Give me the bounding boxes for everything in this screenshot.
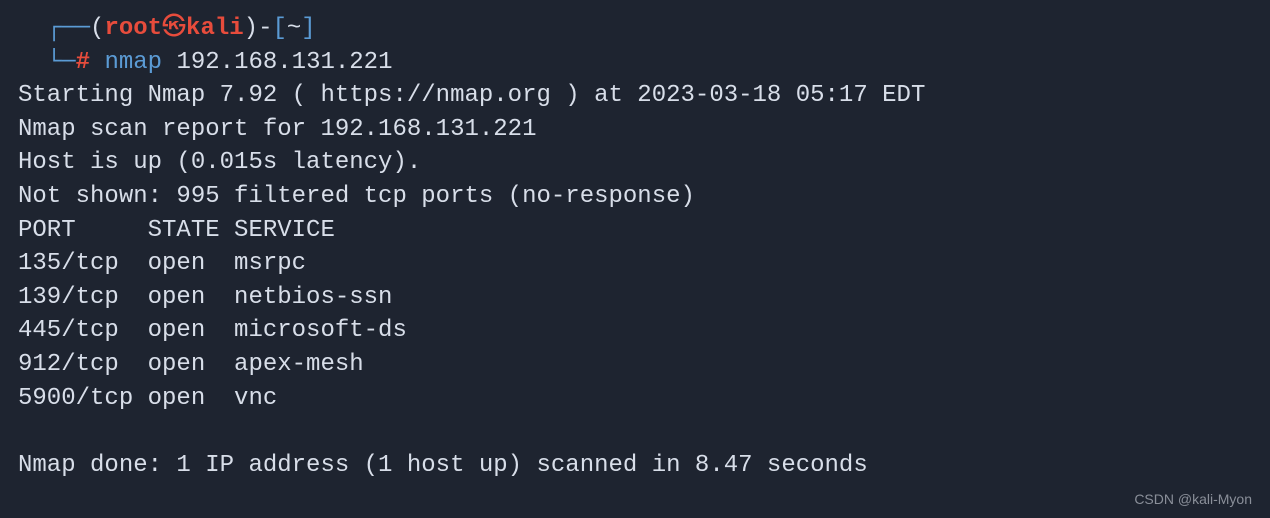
output-port-row: 445/tcp open microsoft-ds [18,314,1252,348]
corner-bottom: └─ [47,49,76,76]
output-done: Nmap done: 1 IP address (1 host up) scan… [18,449,1252,483]
watermark: CSDN @kali-Myon [1134,490,1252,510]
prompt-hash: # [76,49,90,76]
prompt-line-2[interactable]: └─# nmap 192.168.131.221 [18,46,1252,80]
prompt-line-1: ┌──(root㉿kali)-[~] [18,12,1252,46]
skull-icon: ㉿ [162,15,186,42]
command: nmap [104,49,162,76]
output-header: PORT STATE SERVICE [18,214,1252,248]
output-blank [18,415,1252,449]
corner-top: ┌── [47,15,90,42]
output-port-row: 135/tcp open msrpc [18,247,1252,281]
prompt-host: kali [186,15,244,42]
bracket-close: ] [301,15,315,42]
dash: - [258,15,272,42]
paren-open: ( [90,15,104,42]
output-scan-report: Nmap scan report for 192.168.131.221 [18,113,1252,147]
command-args: 192.168.131.221 [176,49,392,76]
output-starting: Starting Nmap 7.92 ( https://nmap.org ) … [18,79,1252,113]
bracket-open: [ [272,15,286,42]
output-host-status: Host is up (0.015s latency). [18,146,1252,180]
prompt-user: root [104,15,162,42]
output-port-row: 912/tcp open apex-mesh [18,348,1252,382]
output-not-shown: Not shown: 995 filtered tcp ports (no-re… [18,180,1252,214]
output-port-row: 5900/tcp open vnc [18,382,1252,416]
paren-close: ) [244,15,258,42]
prompt-cwd: ~ [287,15,301,42]
output-port-row: 139/tcp open netbios-ssn [18,281,1252,315]
